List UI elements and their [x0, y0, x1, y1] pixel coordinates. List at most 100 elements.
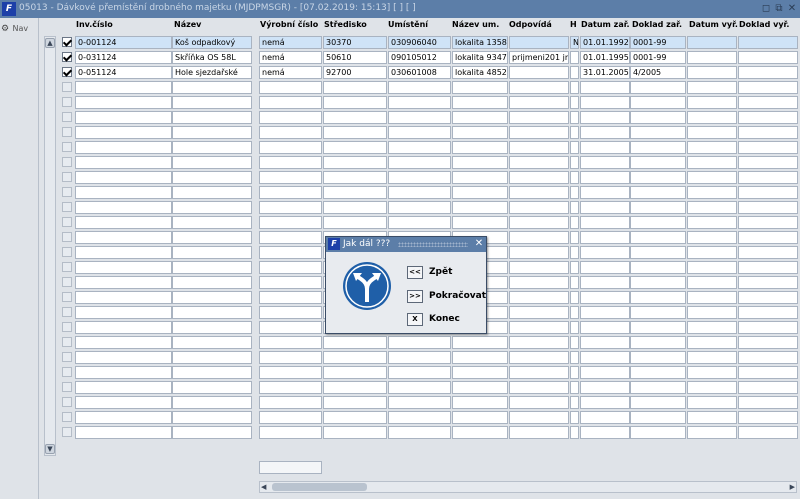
cell-stredisko[interactable]: [323, 156, 387, 169]
cell-inv-cislo[interactable]: [75, 261, 172, 274]
column-header-stredisko[interactable]: Středisko: [324, 20, 388, 32]
cell-nazev[interactable]: Koš odpadkový: [172, 36, 252, 49]
cell-doklad-vyr[interactable]: [738, 66, 798, 79]
end-button[interactable]: X: [407, 313, 423, 326]
cell-stredisko[interactable]: [323, 81, 387, 94]
cell-datum-zar[interactable]: [580, 216, 630, 229]
row-checkbox[interactable]: [62, 172, 72, 182]
cell-datum-zar[interactable]: [580, 171, 630, 184]
row-checkbox[interactable]: [62, 67, 72, 77]
cell-vyrobni-cislo[interactable]: [259, 306, 322, 319]
cell-umisteni[interactable]: [388, 171, 451, 184]
cell-nazev[interactable]: [172, 141, 252, 154]
cell-datum-zar[interactable]: [580, 276, 630, 289]
cell-nazev-um[interactable]: [452, 396, 508, 409]
cell-datum-zar[interactable]: [580, 96, 630, 109]
cell-stredisko[interactable]: [323, 126, 387, 139]
cell-doklad-vyr[interactable]: [738, 96, 798, 109]
cell-doklad-zar[interactable]: [630, 366, 686, 379]
cell-doklad-zar[interactable]: [630, 126, 686, 139]
cell-nazev-um[interactable]: [452, 381, 508, 394]
cell-doklad-vyr[interactable]: [738, 366, 798, 379]
scroll-left-icon[interactable]: ◀: [261, 483, 266, 491]
column-header-umisteni[interactable]: Umístění: [388, 20, 451, 32]
cell-odpovida[interactable]: [509, 171, 569, 184]
cell-inv-cislo[interactable]: [75, 276, 172, 289]
cell-h[interactable]: [570, 336, 579, 349]
cell-nazev-um[interactable]: [452, 111, 508, 124]
cell-nazev-um[interactable]: [452, 426, 508, 439]
cell-doklad-vyr[interactable]: [738, 201, 798, 214]
cell-umisteni[interactable]: [388, 96, 451, 109]
cell-nazev-um[interactable]: [452, 156, 508, 169]
row-checkbox[interactable]: [62, 247, 72, 257]
cell-datum-vyr[interactable]: [687, 36, 737, 49]
row-checkbox[interactable]: [62, 82, 72, 92]
cell-inv-cislo[interactable]: [75, 411, 172, 424]
cell-inv-cislo[interactable]: [75, 156, 172, 169]
cell-datum-vyr[interactable]: [687, 81, 737, 94]
cell-datum-zar[interactable]: [580, 321, 630, 334]
cell-doklad-zar[interactable]: 4/2005: [630, 66, 686, 79]
cell-nazev[interactable]: [172, 201, 252, 214]
row-checkbox[interactable]: [62, 262, 72, 272]
cell-stredisko[interactable]: 92700: [323, 66, 387, 79]
cell-doklad-zar[interactable]: 0001-99: [630, 51, 686, 64]
cell-doklad-zar[interactable]: [630, 111, 686, 124]
cell-odpovida[interactable]: [509, 66, 569, 79]
cell-odpovida[interactable]: [509, 81, 569, 94]
cell-umisteni[interactable]: [388, 351, 451, 364]
cell-doklad-zar[interactable]: [630, 396, 686, 409]
cell-h[interactable]: [570, 156, 579, 169]
cell-umisteni[interactable]: [388, 81, 451, 94]
cell-h[interactable]: [570, 81, 579, 94]
row-checkbox[interactable]: [62, 367, 72, 377]
cell-inv-cislo[interactable]: [75, 126, 172, 139]
row-checkbox[interactable]: [62, 37, 72, 47]
cell-h[interactable]: [570, 96, 579, 109]
cell-h[interactable]: [570, 216, 579, 229]
cell-datum-vyr[interactable]: [687, 381, 737, 394]
cell-stredisko[interactable]: [323, 96, 387, 109]
cell-odpovida[interactable]: [509, 186, 569, 199]
cell-doklad-vyr[interactable]: [738, 336, 798, 349]
cell-datum-vyr[interactable]: [687, 351, 737, 364]
row-checkbox[interactable]: [62, 412, 72, 422]
cell-stredisko[interactable]: [323, 351, 387, 364]
cell-doklad-vyr[interactable]: [738, 411, 798, 424]
cell-datum-vyr[interactable]: [687, 291, 737, 304]
cell-inv-cislo[interactable]: 0-001124: [75, 36, 172, 49]
cell-umisteni[interactable]: [388, 126, 451, 139]
cell-doklad-vyr[interactable]: [738, 171, 798, 184]
cell-doklad-zar[interactable]: [630, 216, 686, 229]
row-checkbox[interactable]: [62, 337, 72, 347]
dialog-close-icon[interactable]: ✕: [473, 238, 485, 250]
cell-umisteni[interactable]: 030601008: [388, 66, 451, 79]
cell-datum-zar[interactable]: [580, 111, 630, 124]
cell-nazev-um[interactable]: [452, 201, 508, 214]
cell-stredisko[interactable]: [323, 396, 387, 409]
scroll-right-icon[interactable]: ▶: [790, 483, 795, 491]
cell-h[interactable]: [570, 366, 579, 379]
cell-vyrobni-cislo[interactable]: [259, 96, 322, 109]
cell-vyrobni-cislo[interactable]: [259, 291, 322, 304]
cell-umisteni[interactable]: [388, 396, 451, 409]
row-checkbox[interactable]: [62, 127, 72, 137]
column-header-nazev-um[interactable]: Název um.: [452, 20, 508, 32]
cell-datum-vyr[interactable]: [687, 336, 737, 349]
cell-datum-zar[interactable]: 01.01.1995: [580, 51, 630, 64]
cell-umisteni[interactable]: [388, 216, 451, 229]
cell-nazev[interactable]: [172, 321, 252, 334]
cell-inv-cislo[interactable]: 0-051124: [75, 66, 172, 79]
cell-h[interactable]: [570, 141, 579, 154]
cell-datum-zar[interactable]: [580, 381, 630, 394]
cell-umisteni[interactable]: [388, 201, 451, 214]
cell-datum-vyr[interactable]: [687, 126, 737, 139]
cell-nazev[interactable]: [172, 306, 252, 319]
cell-inv-cislo[interactable]: [75, 141, 172, 154]
horizontal-scrollbar[interactable]: ◀ ▶: [259, 481, 797, 493]
cell-vyrobni-cislo[interactable]: [259, 171, 322, 184]
cell-odpovida[interactable]: [509, 336, 569, 349]
maximize-icon[interactable]: ⧉: [773, 2, 785, 15]
cell-datum-vyr[interactable]: [687, 141, 737, 154]
